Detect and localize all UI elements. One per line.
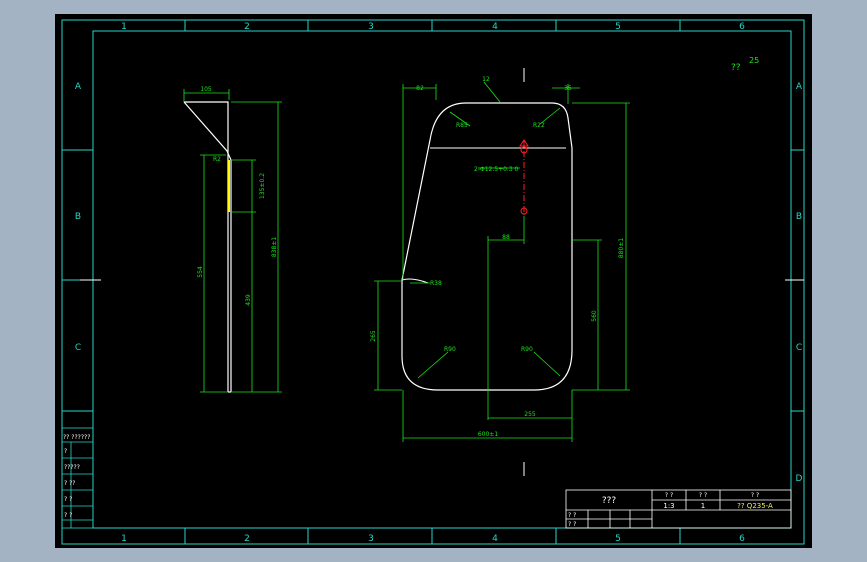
title-block-row-label-2: ? ?: [568, 521, 576, 528]
title-block-material: ?? Q235-A: [737, 502, 773, 510]
title-block-material-header: ? ?: [751, 492, 759, 499]
dim-front-holes: 2-Φ12.5+0.3 0: [474, 166, 519, 173]
dim-side-lower-height: 439: [245, 294, 252, 306]
row-label-right-b: B: [796, 212, 802, 222]
drawing-canvas[interactable]: 1 2 3 4 5 6 1 2 3 4 5 6 A B C A B C D ??…: [0, 0, 867, 562]
col-label-top-4: 4: [492, 22, 498, 32]
title-block-qty: 1: [701, 502, 705, 510]
col-label-top-1: 1: [121, 22, 127, 32]
row-label-left-b: B: [75, 212, 81, 222]
roughness-value: 25: [749, 56, 759, 65]
row-label-right-d: D: [796, 474, 803, 484]
left-table-row-2: ?: [64, 448, 67, 455]
col-label-bottom-3: 3: [368, 534, 374, 544]
left-table-row-1: ?? ??????: [63, 434, 90, 441]
row-label-right-c: C: [796, 343, 802, 353]
title-block-qty-header: ? ?: [699, 492, 707, 499]
col-label-bottom-4: 4: [492, 534, 498, 544]
col-label-top-6: 6: [739, 22, 745, 32]
dim-side-total-height: 838±1: [271, 237, 278, 257]
col-label-bottom-1: 1: [121, 534, 127, 544]
dim-front-bottom-half: 255: [524, 411, 536, 418]
left-table-row-5: ? ?: [64, 496, 72, 503]
row-label-right-a: A: [796, 82, 803, 92]
dim-front-r-bottom-left: R90: [444, 346, 456, 353]
dim-front-lower-right-height: 560: [591, 310, 598, 322]
left-table-row-3: ?????: [64, 464, 80, 471]
dim-front-left-height: 265: [370, 330, 377, 342]
title-block-row-label-1: ? ?: [568, 512, 576, 519]
roughness-symbol: ??: [731, 63, 741, 73]
dim-side-radius: R2: [213, 156, 221, 163]
row-label-left-c: C: [75, 343, 81, 353]
title-block-name: ???: [602, 496, 617, 506]
col-label-top-3: 3: [368, 22, 374, 32]
col-label-top-2: 2: [244, 22, 250, 32]
dim-front-top-label: 12: [482, 76, 490, 83]
dim-front-r-top-left: R85: [456, 122, 468, 129]
dim-front-r-side: R38: [430, 280, 442, 287]
row-label-left-a: A: [75, 82, 82, 92]
left-table-row-4: ? ??: [64, 480, 75, 487]
dim-front-bottom-width: 600±1: [478, 431, 498, 438]
dim-front-top-right-offset: 35: [564, 85, 572, 92]
col-label-top-5: 5: [615, 22, 621, 32]
dim-front-r-bottom-right: R90: [521, 346, 533, 353]
dim-side-hole-pitch: 135±0.2: [259, 173, 266, 199]
col-label-bottom-2: 2: [244, 534, 250, 544]
dim-front-hole-offset: 88: [502, 234, 510, 241]
title-block-scale-header: ? ?: [665, 492, 673, 499]
dim-front-right-height: 880±1: [618, 238, 625, 258]
col-label-bottom-5: 5: [615, 534, 621, 544]
dim-front-r-top-right: R22: [533, 122, 545, 129]
left-table-row-6: ? ?: [64, 512, 72, 519]
col-label-bottom-6: 6: [739, 534, 745, 544]
dim-side-left-height: 554: [197, 266, 204, 278]
dim-front-top-left-offset: 82: [416, 85, 424, 92]
title-block-scale: 1:3: [663, 502, 674, 510]
dim-side-top-width: 105: [200, 86, 212, 93]
